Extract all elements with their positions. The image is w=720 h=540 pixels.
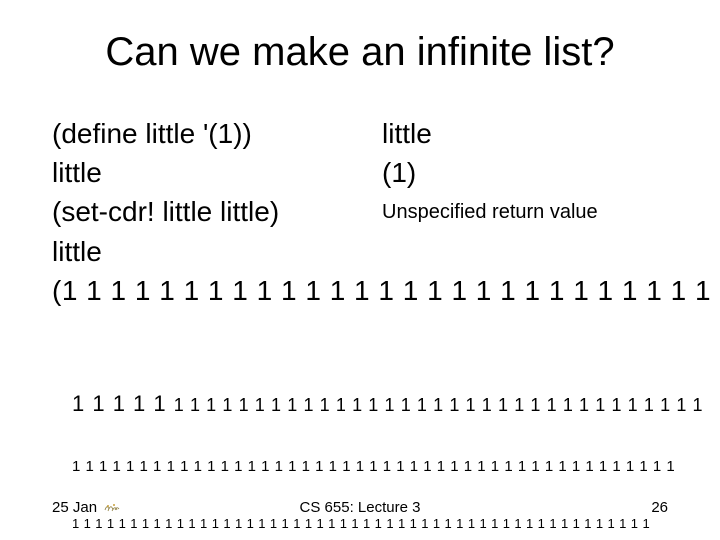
result-note: Unspecified return value bbox=[382, 192, 688, 231]
infinite-list-start: (1 1 1 1 1 1 1 1 1 1 1 1 1 1 1 1 1 1 1 1… bbox=[52, 271, 688, 310]
result-little: little bbox=[382, 114, 688, 153]
code-eval-little: little bbox=[52, 153, 382, 192]
code-setcdr: (set-cdr! little little) bbox=[52, 192, 382, 231]
code-row-1: (define little '(1)) little bbox=[52, 114, 688, 153]
result-one: (1) bbox=[382, 153, 688, 192]
code-row-3: (set-cdr! little little) Unspecified ret… bbox=[52, 192, 688, 231]
decoration-icon bbox=[103, 500, 121, 514]
slide-body: (define little '(1)) little little (1) (… bbox=[52, 114, 688, 310]
footer-page-number: 26 bbox=[651, 499, 668, 516]
footer-course: CS 655: Lecture 3 bbox=[52, 499, 668, 516]
code-define: (define little '(1)) bbox=[52, 114, 382, 153]
cascade-row-3: 1 1 1 1 1 1 1 1 1 1 1 1 1 1 1 1 1 1 1 1 … bbox=[72, 516, 712, 532]
slide-footer: 25 Jan CS 655: Lecture 3 26 bbox=[52, 499, 668, 516]
slide: Can we make an infinite list? (define li… bbox=[0, 0, 720, 540]
code-row-2: little (1) bbox=[52, 153, 688, 192]
cascade-row-2: 1 1 1 1 1 1 1 1 1 1 1 1 1 1 1 1 1 1 1 1 … bbox=[72, 458, 712, 477]
code-row-4: little bbox=[52, 232, 688, 271]
slide-title: Can we make an infinite list? bbox=[0, 30, 720, 75]
footer-date: 25 Jan bbox=[52, 499, 121, 516]
cascade-row-1: 1 1 1 1 1 1 1 1 1 1 1 1 1 1 1 1 1 1 1 1 … bbox=[72, 390, 712, 418]
